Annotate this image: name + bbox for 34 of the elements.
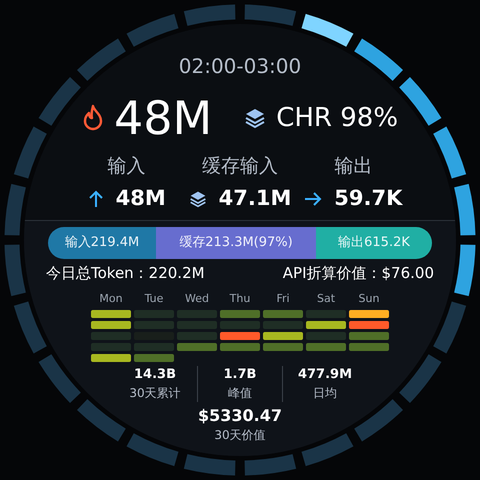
api-cost-value: API折算价值：$76.00 <box>282 263 434 284</box>
metric-label: 缓存输入 <box>202 154 278 179</box>
stat-label: 30天累计 <box>129 384 181 402</box>
thirty-day-value: $5330.47 <box>198 406 282 426</box>
metric-value: 48M <box>116 185 166 212</box>
day-label: Fri <box>276 290 290 306</box>
breakdown-segment: 输出615.2K <box>316 227 432 259</box>
breakdown-segment: 缓存213.3M(97%) <box>156 227 316 259</box>
stat-value: 477.9M <box>298 366 352 384</box>
day-label: Wed <box>185 290 209 306</box>
day-label: Sat <box>316 290 336 306</box>
stat-label: 峰值 <box>228 384 252 402</box>
day-label: Mon <box>99 290 123 306</box>
metric-value: 59.7K <box>334 185 402 212</box>
day-label: Tue <box>144 290 164 306</box>
stat-value: 1.7B <box>224 366 256 384</box>
layers-icon <box>188 190 207 208</box>
arrow-up-icon <box>88 190 104 208</box>
time-range: 02:00-03:00 <box>178 53 302 80</box>
metric-label: 输入 <box>108 154 146 179</box>
daily-token-total: 今日总Token：220.2M <box>46 263 205 284</box>
total-tokens: 48M <box>114 90 212 146</box>
breakdown-segment: 输入219.4M <box>48 227 156 259</box>
metric-label: 输出 <box>334 154 372 179</box>
cache-hit-rate: CHR 98% <box>276 102 398 134</box>
flame-icon <box>82 104 104 132</box>
day-label: Sun <box>358 290 380 306</box>
arrow-right-icon <box>304 191 322 207</box>
thirty-day-value-label: 30天价值 <box>214 426 266 444</box>
day-label: Thu <box>230 290 250 306</box>
stat-label: 日均 <box>313 384 337 402</box>
metric-value: 47.1M <box>218 185 292 212</box>
layers-icon <box>244 107 266 129</box>
stat-value: 14.3B <box>134 366 176 384</box>
